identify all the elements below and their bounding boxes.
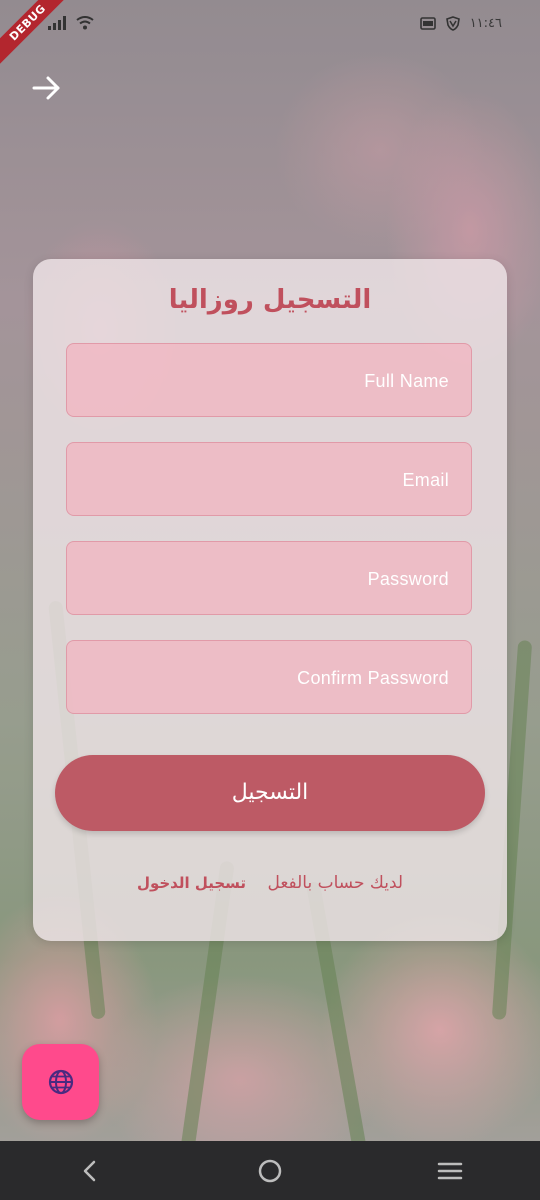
nav-back-button[interactable] bbox=[60, 1151, 120, 1191]
nav-recents-button[interactable] bbox=[420, 1151, 480, 1191]
password-placeholder: Password bbox=[367, 569, 449, 589]
login-prompt: لديك حساب بالفعل تسجيل الدخول bbox=[33, 873, 507, 893]
have-account-text: لديك حساب بالفعل bbox=[267, 873, 404, 893]
password-field[interactable]: Password bbox=[66, 541, 472, 615]
globe-icon bbox=[48, 1069, 73, 1095]
status-right-icons: ١١:٤٦ bbox=[419, 16, 502, 31]
system-nav-bar bbox=[0, 1141, 540, 1200]
recents-nav-icon bbox=[437, 1162, 463, 1179]
registration-card: التسجيل روزاليا Full Name Email Password… bbox=[33, 259, 507, 941]
status-time: ١١:٤٦ bbox=[469, 16, 502, 31]
wifi-icon bbox=[76, 16, 94, 30]
cast-icon bbox=[419, 17, 436, 30]
full-name-field[interactable]: Full Name bbox=[66, 343, 472, 417]
language-button[interactable] bbox=[22, 1044, 99, 1120]
confirm-password-placeholder: Confirm Password bbox=[297, 668, 449, 688]
email-placeholder: Email bbox=[402, 470, 449, 490]
arrow-forward-icon bbox=[32, 76, 60, 100]
confirm-password-field[interactable]: Confirm Password bbox=[66, 640, 472, 714]
signal-icon bbox=[48, 16, 66, 30]
login-link[interactable]: تسجيل الدخول bbox=[137, 874, 246, 892]
home-nav-icon bbox=[258, 1159, 282, 1182]
page-title: التسجيل روزاليا bbox=[168, 285, 372, 315]
vpn-shield-icon bbox=[445, 16, 460, 31]
status-left-icons bbox=[48, 16, 94, 30]
email-field[interactable]: Email bbox=[66, 442, 472, 516]
status-bar: DEBUG ١١:٤٦ bbox=[0, 0, 540, 65]
back-nav-icon bbox=[83, 1160, 96, 1181]
nav-home-button[interactable] bbox=[240, 1151, 300, 1191]
register-button[interactable]: التسجيل bbox=[55, 755, 485, 831]
back-button[interactable] bbox=[28, 70, 64, 106]
full-name-placeholder: Full Name bbox=[364, 371, 449, 391]
